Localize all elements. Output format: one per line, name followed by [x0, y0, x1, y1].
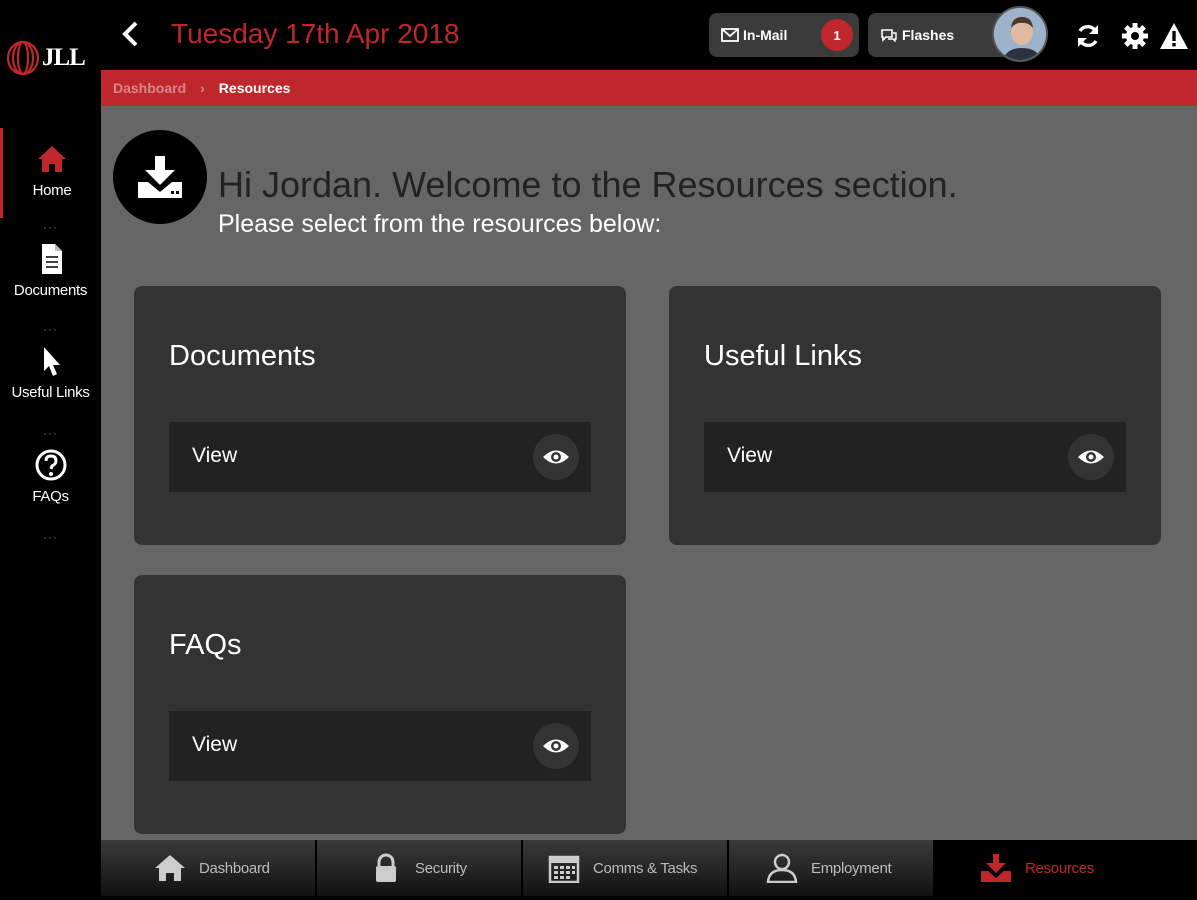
breadcrumb: Dashboard › Resources	[101, 70, 1197, 106]
lock-icon	[376, 853, 396, 882]
main-content: Hi Jordan. Welcome to the Resources sect…	[101, 106, 1197, 840]
sidebar: JLL Home ··· Documents ··· Useful Links …	[0, 0, 101, 900]
breadcrumb-dashboard-link[interactable]: Dashboard	[113, 80, 186, 96]
home-icon	[38, 146, 66, 172]
breadcrumb-current: Resources	[218, 80, 291, 96]
eye-button[interactable]	[533, 723, 579, 769]
inmail-count-badge: 1	[821, 19, 853, 51]
inmail-label: In-Mail	[743, 27, 788, 43]
document-icon	[41, 244, 62, 274]
tab-resources[interactable]: Resources	[935, 840, 1141, 896]
tab-security[interactable]: Security	[317, 840, 523, 896]
logo-rings-icon	[6, 40, 40, 76]
documents-card: Documents View	[134, 286, 626, 545]
sidebar-item-label: Useful Links	[11, 384, 90, 401]
sidebar-item-home[interactable]: Home	[0, 128, 101, 218]
avatar[interactable]	[992, 6, 1048, 62]
faqs-card: FAQs View	[134, 575, 626, 834]
view-label: View	[192, 444, 238, 467]
flashes-label: Flashes	[902, 27, 955, 43]
download-icon	[981, 854, 1011, 882]
tab-dashboard[interactable]: Dashboard	[101, 840, 317, 896]
logo-text: JLL	[42, 44, 86, 71]
gear-icon[interactable]	[1120, 21, 1150, 51]
useful-links-card: Useful Links View	[669, 286, 1161, 545]
tab-label: Resources	[1025, 859, 1094, 877]
sidebar-divider: ···	[43, 530, 58, 544]
jll-logo: JLL	[6, 38, 96, 78]
user-photo-icon	[994, 8, 1046, 60]
download-icon	[138, 156, 182, 198]
sidebar-item-label: FAQs	[32, 488, 69, 505]
useful-links-view-button[interactable]: View	[704, 422, 1126, 492]
eye-button[interactable]	[1068, 434, 1114, 480]
tab-label: Employment	[811, 859, 892, 877]
current-date: Tuesday 17th Apr 2018	[171, 18, 460, 49]
warning-icon[interactable]	[1159, 21, 1189, 51]
home-icon	[155, 855, 185, 881]
page-title: Hi Jordan. Welcome to the Resources sect…	[218, 164, 958, 205]
eye-icon	[543, 739, 569, 753]
card-title: Documents	[169, 340, 316, 372]
eye-button[interactable]	[533, 434, 579, 480]
sidebar-item-useful-links[interactable]: Useful Links	[0, 330, 101, 420]
tab-label: Comms & Tasks	[593, 859, 698, 877]
chat-icon	[881, 29, 897, 42]
tab-employment[interactable]: Employment	[729, 840, 935, 896]
view-label: View	[192, 733, 238, 756]
mail-icon	[721, 28, 739, 42]
pointer-icon	[43, 347, 60, 376]
sidebar-item-faqs[interactable]: FAQs	[0, 434, 101, 524]
page-subtitle: Please select from the resources below:	[218, 210, 662, 238]
tab-label: Dashboard	[199, 859, 270, 877]
breadcrumb-separator: ›	[200, 80, 205, 96]
calendar-icon	[548, 855, 580, 883]
sidebar-item-documents[interactable]: Documents	[0, 228, 101, 318]
card-title: Useful Links	[704, 340, 862, 372]
eye-icon	[543, 450, 569, 464]
resources-hero-icon	[113, 130, 207, 224]
documents-view-button[interactable]: View	[169, 422, 591, 492]
faqs-view-button[interactable]: View	[169, 711, 591, 781]
view-label: View	[727, 444, 773, 467]
top-bar: Tuesday 17th Apr 2018 In-Mail 1 Flashes	[101, 0, 1197, 70]
eye-icon	[1078, 450, 1104, 464]
sidebar-item-label: Home	[32, 182, 72, 199]
refresh-icon[interactable]	[1073, 21, 1103, 51]
inmail-button[interactable]: In-Mail 1	[709, 13, 859, 57]
card-title: FAQs	[169, 629, 242, 661]
tab-label: Security	[415, 859, 467, 877]
back-chevron-icon[interactable]	[119, 20, 143, 48]
sidebar-item-label: Documents	[13, 282, 88, 299]
user-icon	[766, 853, 798, 883]
bottom-nav: Dashboard Security Comms & Tasks Employm…	[101, 840, 1141, 896]
question-icon	[35, 449, 66, 481]
tab-comms-tasks[interactable]: Comms & Tasks	[523, 840, 729, 896]
